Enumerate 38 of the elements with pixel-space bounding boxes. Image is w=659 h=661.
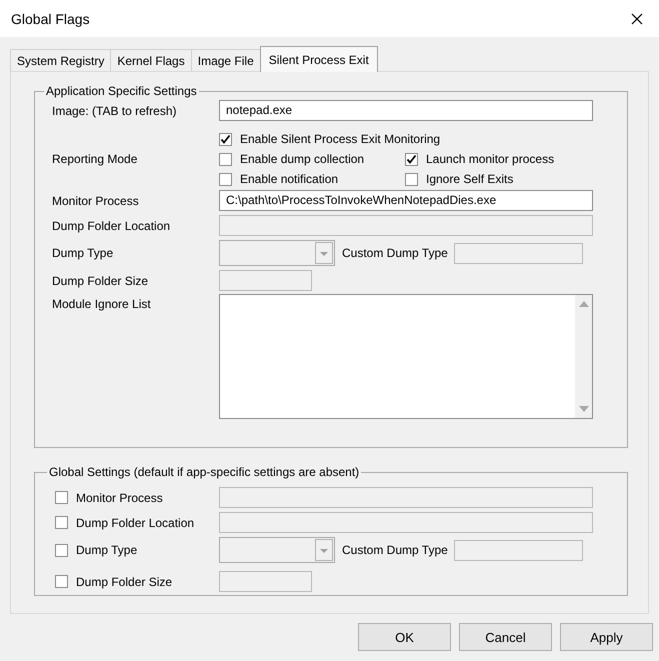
scroll-up-icon[interactable] — [578, 300, 588, 308]
list-box[interactable] — [219, 294, 593, 419]
checkbox[interactable] — [219, 172, 232, 186]
text-field[interactable]: C:\path\to\ProcessToInvokeWhenNotepadDies.exe — [219, 190, 593, 211]
field-label: Image: (TAB to refresh) — [52, 104, 178, 118]
tab[interactable]: System Registry — [10, 49, 112, 71]
checkbox[interactable] — [219, 152, 232, 166]
dialog-button[interactable]: OK — [358, 623, 451, 651]
checkbox-label: Enable Silent Process Exit Monitoring — [240, 132, 440, 146]
checkbox-label: Enable dump collection — [240, 152, 364, 166]
checkbox[interactable] — [405, 172, 418, 186]
field-label: Dump Folder Location — [52, 218, 172, 232]
checkbox-label: Ignore Self Exits — [426, 172, 514, 186]
checkbox-label: Enable notification — [240, 172, 338, 186]
checkbox-label: Monitor Process — [76, 490, 163, 504]
field-label: Monitor Process — [52, 194, 140, 208]
dialog-button[interactable]: Cancel — [459, 623, 552, 651]
group-title: Global Settings (default if app-specific settings are absent) — [48, 465, 360, 479]
checkbox-label: Dump Folder Location — [76, 516, 194, 530]
scroll-bar[interactable] — [575, 295, 592, 418]
checkbox-label: Dump Type — [76, 543, 138, 557]
checkbox[interactable] — [219, 132, 232, 146]
field-label: Module Ignore List — [52, 296, 152, 311]
group-title: Application Specific Settings — [45, 84, 198, 98]
tab[interactable]: Silent Process Exit — [260, 46, 378, 72]
checkbox-label: Dump Folder Size — [76, 574, 172, 588]
dialog-button[interactable]: Apply — [560, 623, 653, 651]
field-label: Custom Dump Type — [342, 246, 448, 260]
field-label: Reporting Mode — [52, 152, 138, 166]
text-field[interactable]: notepad.exe — [219, 100, 593, 121]
scroll-down-icon[interactable] — [578, 405, 588, 413]
window-title: Global Flags — [11, 10, 90, 26]
checkbox[interactable] — [405, 152, 418, 166]
field-label: Custom Dump Type — [342, 543, 448, 557]
field-label: Dump Folder Size — [52, 274, 150, 288]
field-label: Dump Type — [52, 246, 114, 260]
close-icon[interactable] — [631, 12, 643, 24]
checkbox-label: Launch monitor process — [426, 152, 554, 166]
